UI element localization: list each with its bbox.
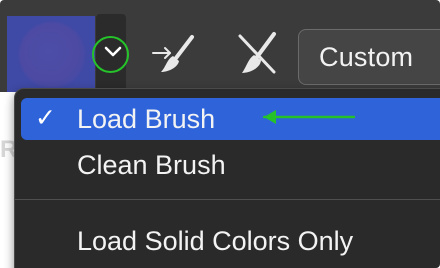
- menu-item-label: Clean Brush: [77, 150, 226, 180]
- color-swatch[interactable]: [7, 16, 95, 92]
- toolbar: Custom: [0, 0, 440, 92]
- paint-brush-load-icon[interactable]: [148, 34, 196, 78]
- menu-item-label: Load Solid Colors Only: [77, 226, 354, 256]
- menu-item-label: Load Brush: [77, 104, 216, 134]
- paint-brush-clean-icon[interactable]: [234, 30, 280, 80]
- brush-mode-menu: ✓ Load Brush Clean Brush Load Solid Colo…: [14, 88, 440, 268]
- annotation-highlight-circle: [92, 36, 129, 73]
- brush-preset-select[interactable]: Custom: [298, 29, 440, 85]
- menu-item-clean-brush[interactable]: Clean Brush: [21, 144, 440, 186]
- color-preview-blob: [19, 22, 85, 88]
- menu-item-load-brush[interactable]: ✓ Load Brush: [21, 98, 440, 140]
- menu-separator: [15, 199, 440, 200]
- screenshot-frame: Custom R ✓ Load Brush Clean Brush Load S…: [0, 0, 440, 268]
- menu-item-load-solid-colors-only[interactable]: Load Solid Colors Only: [21, 220, 440, 262]
- annotation-arrow-icon: [262, 110, 356, 124]
- checkmark-icon: ✓: [35, 104, 56, 132]
